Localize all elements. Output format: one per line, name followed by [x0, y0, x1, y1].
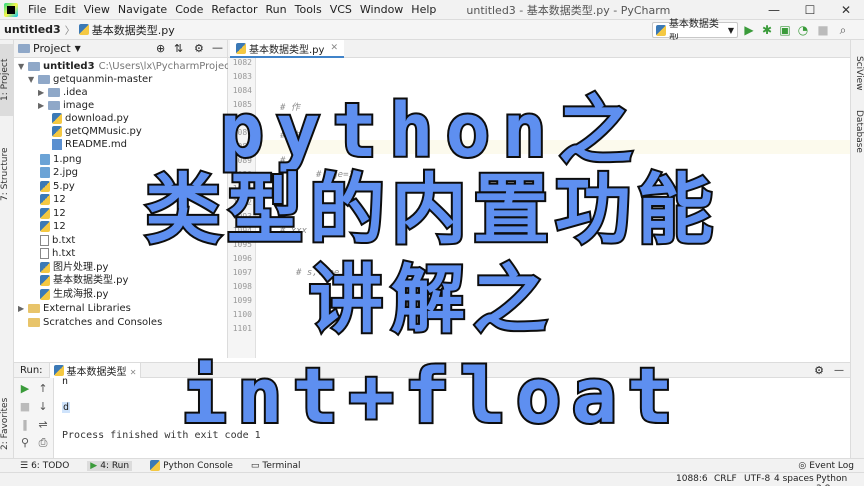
project-panel-header: Project ▼ ⊕ ⇅ ⚙ —: [14, 40, 227, 58]
todo-icon: ☰: [20, 460, 29, 471]
folder-icon: [18, 44, 30, 53]
python-file-icon: [236, 42, 246, 54]
python-console-icon: [150, 460, 161, 471]
event-log-button[interactable]: ◎ Event Log: [798, 461, 854, 471]
overlay-title-line-3: 讲解之: [307, 255, 555, 345]
debug-icon[interactable]: ✱: [760, 23, 774, 37]
menu-bar: File Edit View Navigate Code Refactor Ru…: [0, 0, 864, 20]
tree-item-label: untitled3: [43, 61, 95, 72]
expand-arrow-icon: ▼: [28, 75, 35, 84]
profile-icon[interactable]: ◔: [796, 23, 810, 37]
navigation-bar: untitled3 〉 基本数据类型.py 基本数据类型 ▼ ▶ ✱ ▣ ◔ ■…: [0, 19, 864, 45]
menu-tools[interactable]: Tools: [291, 0, 326, 20]
menu-navigate[interactable]: Navigate: [114, 0, 171, 20]
project-panel-title[interactable]: Project: [33, 42, 71, 55]
close-tab-icon[interactable]: ✕: [330, 43, 338, 53]
run-icon: ▶: [90, 460, 98, 471]
python-file-icon: [78, 23, 89, 35]
run-config-select[interactable]: 基本数据类型 ▼: [652, 19, 738, 45]
editor-tab[interactable]: 基本数据类型.py ✕: [230, 40, 344, 58]
editor-tab-bar: 基本数据类型.py ✕: [228, 40, 850, 58]
python-interpreter[interactable]: Python 3.8: [816, 474, 864, 486]
collapse-icon[interactable]: ⇅: [174, 42, 183, 55]
menu-file[interactable]: File: [24, 0, 50, 20]
tree-item-folder[interactable]: ▼ getquanmin-master: [28, 73, 152, 86]
breadcrumb-file[interactable]: 基本数据类型.py: [75, 22, 179, 38]
event-log-icon: ◎: [798, 460, 807, 471]
line-number: 1082: [232, 58, 252, 67]
menu-code[interactable]: Code: [171, 0, 207, 20]
search-icon[interactable]: ⌕: [836, 23, 850, 37]
tree-item-label: getquanmin-master: [53, 74, 153, 85]
window-title: untitled3 - 基本数据类型.py - PyCharm: [466, 3, 671, 17]
tab-todo[interactable]: ☰ 6: TODO: [20, 461, 69, 471]
menu-window[interactable]: Window: [356, 0, 407, 20]
tab-python-console[interactable]: Python Console: [150, 460, 233, 471]
expand-arrow-icon: ▼: [18, 62, 25, 71]
minimize-button[interactable]: —: [756, 3, 792, 17]
folder-icon: [38, 75, 50, 84]
event-log-label: Event Log: [809, 460, 854, 471]
coverage-icon[interactable]: ▣: [778, 23, 792, 37]
menu-edit[interactable]: Edit: [50, 0, 79, 20]
maximize-button[interactable]: ☐: [792, 3, 828, 17]
python-file-icon: [656, 24, 666, 36]
menu-vcs[interactable]: VCS: [326, 0, 356, 20]
tab-terminal[interactable]: ▭ Terminal: [251, 461, 301, 471]
terminal-icon: ▭: [250, 460, 260, 471]
close-button[interactable]: ✕: [828, 3, 864, 17]
tab-todo-label: 6: TODO: [31, 460, 70, 471]
indent-setting[interactable]: 4 spaces: [774, 474, 814, 484]
tab-run[interactable]: ▶ 4: Run: [87, 460, 133, 471]
locate-icon[interactable]: ⊕: [156, 42, 165, 55]
pycharm-logo-icon: [4, 2, 18, 17]
breadcrumb-file-label: 基本数据类型.py: [91, 23, 175, 37]
menu-view[interactable]: View: [80, 0, 114, 20]
overlay-title-line-2: 类型的内置功能: [143, 163, 719, 256]
caret-position[interactable]: 1088:6: [676, 474, 708, 484]
breadcrumb-separator-icon: 〉: [64, 26, 75, 37]
chevron-down-icon[interactable]: ▼: [75, 44, 81, 53]
tab-run-label: 4: Run: [100, 460, 130, 471]
stop-icon[interactable]: ■: [816, 23, 830, 37]
bottom-tool-bar: ☰ 6: TODO ▶ 4: Run Python Console ▭ Termina…: [0, 458, 864, 472]
tab-python-console-label: Python Console: [163, 460, 233, 471]
overlay-title-line-4: int+float: [179, 349, 683, 442]
line-separator[interactable]: CRLF: [714, 474, 737, 484]
menu-run[interactable]: Run: [262, 0, 291, 20]
file-encoding[interactable]: UTF-8: [744, 474, 770, 484]
menu-refactor[interactable]: Refactor: [207, 0, 261, 20]
line-number: 1083: [232, 72, 252, 81]
status-bar: 1088:6 CRLF UTF-8 4 spaces Python 3.8: [0, 472, 864, 486]
tab-terminal-label: Terminal: [262, 460, 301, 471]
breadcrumb-project[interactable]: untitled3: [0, 23, 65, 36]
editor-tab-label: 基本数据类型.py: [249, 44, 325, 56]
hide-panel-icon[interactable]: —: [212, 41, 223, 54]
menu-help[interactable]: Help: [407, 0, 440, 20]
folder-icon: [28, 62, 40, 71]
run-icon[interactable]: ▶: [742, 23, 756, 37]
chevron-down-icon: ▼: [727, 25, 734, 35]
gear-icon[interactable]: ⚙: [194, 42, 204, 55]
